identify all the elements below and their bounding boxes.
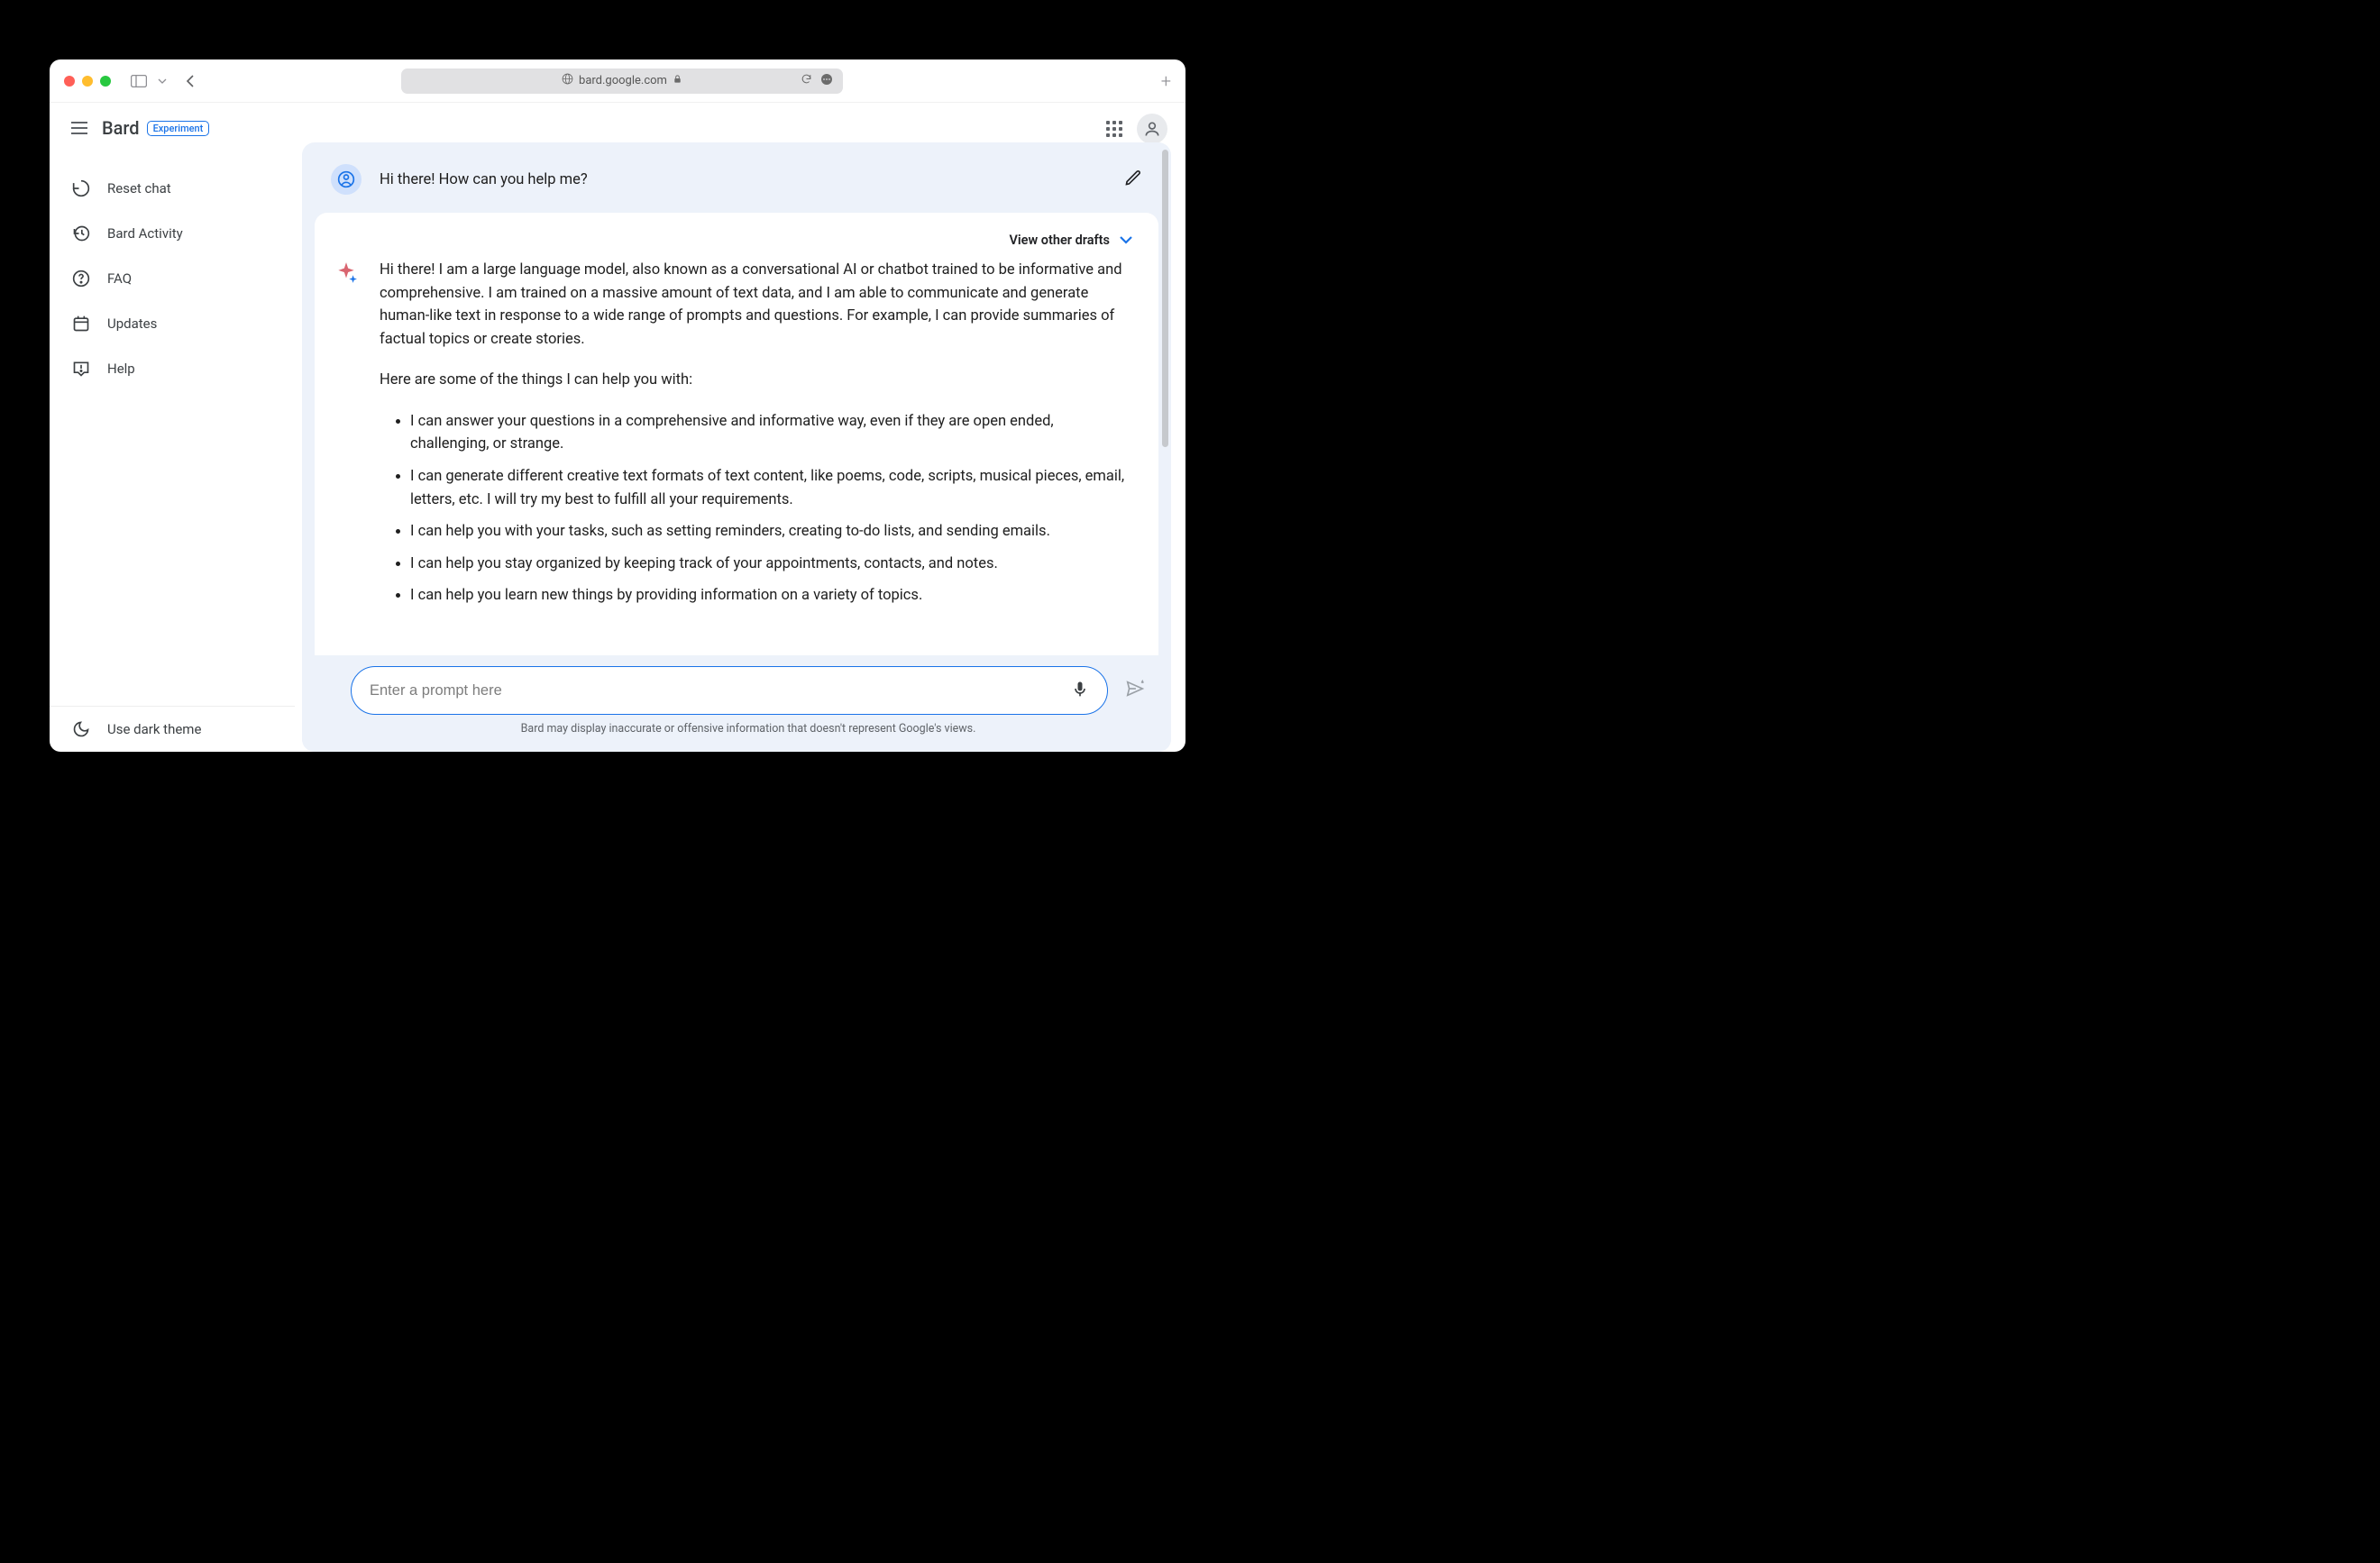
google-apps-icon[interactable] bbox=[1106, 121, 1122, 137]
window-maximize-button[interactable] bbox=[100, 76, 111, 87]
user-avatar-icon bbox=[331, 164, 362, 195]
globe-icon bbox=[562, 73, 573, 88]
disclaimer-text: Bard may display inaccurate or offensive… bbox=[351, 715, 1146, 743]
traffic-lights bbox=[64, 76, 111, 87]
scrollbar[interactable] bbox=[1162, 150, 1168, 447]
calendar-icon bbox=[71, 314, 91, 334]
prompt-box[interactable] bbox=[351, 666, 1108, 715]
url-bar[interactable]: bard.google.com bbox=[401, 69, 843, 94]
response-text: Hi there! I am a large language model, a… bbox=[380, 259, 1133, 617]
user-message-row: Hi there! How can you help me? bbox=[302, 151, 1171, 207]
chat-container: Hi there! How can you help me? View othe… bbox=[302, 142, 1171, 752]
app-body: Bard Experiment Reset chat Bard Activity bbox=[50, 103, 1185, 752]
experiment-badge: Experiment bbox=[147, 121, 210, 136]
url-text: bard.google.com bbox=[579, 74, 667, 87]
sidebar-item-label: Updates bbox=[107, 315, 157, 332]
history-icon bbox=[71, 224, 91, 243]
dark-theme-toggle[interactable]: Use dark theme bbox=[50, 707, 295, 752]
bullet-item: I can help you with your tasks, such as … bbox=[410, 520, 1133, 544]
brand-name: Bard bbox=[102, 117, 140, 139]
dark-theme-label: Use dark theme bbox=[107, 721, 201, 737]
sidebar-item-label: Help bbox=[107, 361, 135, 377]
main-column: Hi there! How can you help me? View othe… bbox=[295, 103, 1185, 752]
bullet-item: I can help you stay organized by keeping… bbox=[410, 553, 1133, 576]
feedback-icon bbox=[71, 359, 91, 379]
reset-icon bbox=[71, 178, 91, 198]
sidebar-item-help[interactable]: Help bbox=[50, 346, 295, 391]
dropdown-chevron-icon[interactable] bbox=[158, 78, 167, 84]
input-area: Bard may display inaccurate or offensive… bbox=[302, 655, 1171, 752]
hamburger-menu-icon[interactable] bbox=[71, 122, 87, 134]
view-drafts-button[interactable]: View other drafts bbox=[334, 233, 1133, 259]
sidebar-item-activity[interactable]: Bard Activity bbox=[50, 211, 295, 256]
left-column: Bard Experiment Reset chat Bard Activity bbox=[50, 103, 295, 752]
response-lead: Here are some of the things I can help y… bbox=[380, 369, 1133, 392]
lock-icon bbox=[673, 73, 682, 88]
send-icon[interactable] bbox=[1124, 679, 1146, 702]
sidebar-item-faq[interactable]: FAQ bbox=[50, 256, 295, 301]
sidebar-item-label: Reset chat bbox=[107, 180, 171, 197]
sidebar-item-reset-chat[interactable]: Reset chat bbox=[50, 166, 295, 211]
account-avatar[interactable] bbox=[1137, 114, 1167, 144]
chevron-down-icon bbox=[1119, 233, 1133, 248]
sidebar: Reset chat Bard Activity FAQ bbox=[50, 153, 295, 752]
input-row bbox=[351, 666, 1146, 715]
drafts-label: View other drafts bbox=[1010, 233, 1111, 248]
bullet-item: I can help you learn new things by provi… bbox=[410, 584, 1133, 608]
sidebar-toggle-icon[interactable] bbox=[131, 75, 147, 87]
window-close-button[interactable] bbox=[64, 76, 75, 87]
user-message-text: Hi there! How can you help me? bbox=[380, 171, 1106, 188]
response-body: Hi there! I am a large language model, a… bbox=[334, 259, 1133, 617]
toolbar-left-controls bbox=[131, 74, 196, 88]
brand: Bard Experiment bbox=[102, 117, 209, 139]
header-right bbox=[1106, 114, 1167, 144]
sidebar-item-label: Bard Activity bbox=[107, 225, 183, 242]
new-tab-button[interactable]: + bbox=[1161, 70, 1171, 92]
bard-sparkle-icon bbox=[334, 260, 358, 617]
moon-icon bbox=[71, 719, 91, 739]
microphone-icon[interactable] bbox=[1071, 678, 1089, 703]
window-minimize-button[interactable] bbox=[82, 76, 93, 87]
help-circle-icon bbox=[71, 269, 91, 288]
app-header: Bard Experiment bbox=[50, 103, 295, 153]
browser-titlebar: bard.google.com + bbox=[50, 59, 1185, 103]
url-right-controls bbox=[801, 72, 834, 90]
browser-window: bard.google.com + Bard bbox=[50, 59, 1185, 752]
bullet-item: I can answer your questions in a compreh… bbox=[410, 410, 1133, 456]
prompt-input[interactable] bbox=[370, 682, 1071, 699]
more-icon[interactable] bbox=[819, 72, 834, 90]
reload-icon[interactable] bbox=[801, 73, 812, 88]
response-intro: Hi there! I am a large language model, a… bbox=[380, 259, 1133, 351]
edit-message-icon[interactable] bbox=[1124, 169, 1142, 190]
back-button-icon[interactable] bbox=[185, 74, 196, 88]
sidebar-item-updates[interactable]: Updates bbox=[50, 301, 295, 346]
content-wrap: Hi there! How can you help me? View othe… bbox=[295, 142, 1185, 752]
bullet-item: I can generate different creative text f… bbox=[410, 465, 1133, 511]
sidebar-item-label: FAQ bbox=[107, 270, 132, 287]
response-bullets: I can answer your questions in a compreh… bbox=[380, 410, 1133, 608]
